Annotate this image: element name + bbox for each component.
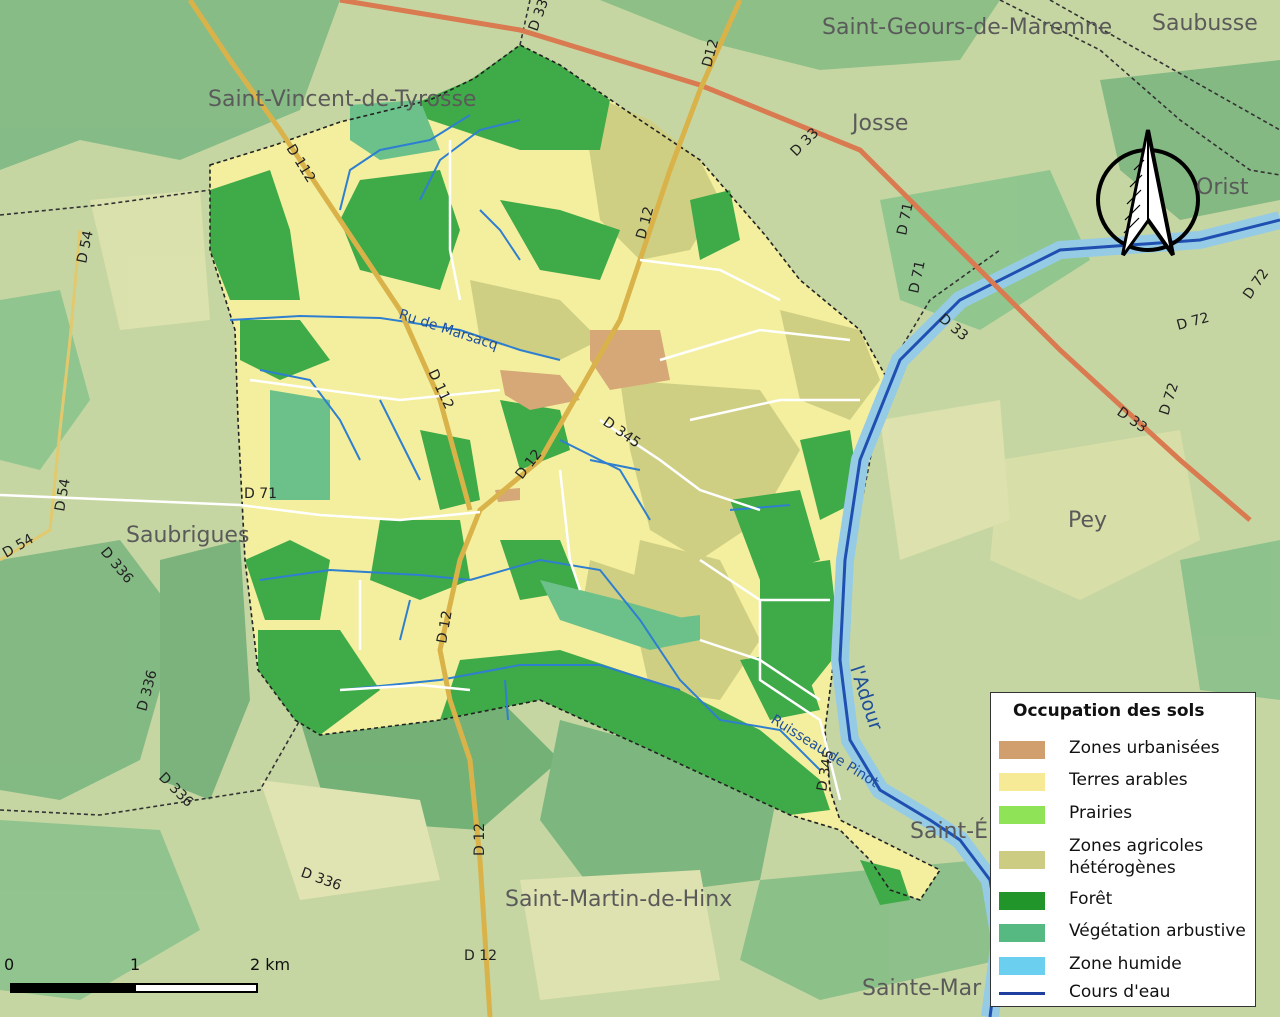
legend-item: Zone humide — [999, 951, 1249, 979]
scale-label-2: 2 km — [250, 955, 291, 974]
place-josse: Josse — [850, 111, 908, 136]
legend-color-swatch — [999, 957, 1045, 975]
place-orist: Orist — [1196, 175, 1249, 200]
place-saubrigues: Saubrigues — [126, 523, 249, 548]
legend-item: Prairies — [999, 800, 1249, 828]
place-saint-geours: Saint-Geours-de-Maremne — [822, 15, 1112, 40]
legend-item: Végétation arbustive — [999, 918, 1249, 946]
legend-item: Terres arables — [999, 767, 1249, 795]
legend-item: Forêt — [999, 886, 1249, 914]
scale-label-1: 1 — [130, 955, 141, 974]
legend: Occupation des sols Zones urbanisées Terr… — [990, 692, 1256, 1007]
road-label: D 12 — [464, 948, 497, 964]
legend-title: Occupation des sols — [1013, 701, 1205, 721]
legend-color-swatch — [999, 851, 1045, 869]
legend-label: Terres arables — [1069, 770, 1188, 790]
scale-segment-dark — [10, 983, 136, 993]
scale-segment-light — [134, 983, 258, 993]
legend-label: Prairies — [1069, 803, 1133, 823]
legend-label: Zones urbanisées — [1069, 738, 1220, 758]
place-saubusse: Saubusse — [1152, 11, 1258, 36]
legend-item: Zones urbanisées — [999, 735, 1249, 763]
scale-label-0: 0 — [4, 955, 15, 974]
legend-label: Zones agricoles hétérogènes — [1069, 836, 1204, 878]
place-saint-e: Saint-É — [910, 818, 988, 844]
legend-color-swatch — [999, 806, 1045, 824]
scale-bar: 0 1 2 km — [0, 955, 300, 1005]
legend-item: Cours d'eau — [999, 979, 1249, 1007]
legend-label: Forêt — [1069, 889, 1113, 909]
legend-label: Zone humide — [1069, 954, 1182, 974]
legend-color-swatch — [999, 741, 1045, 759]
legend-color-swatch — [999, 924, 1045, 942]
place-saint-martin: Saint-Martin-de-Hinx — [505, 887, 732, 912]
road-label: D 12 — [472, 823, 488, 856]
legend-color-swatch — [999, 773, 1045, 791]
legend-line-swatch — [999, 992, 1045, 995]
legend-color-swatch — [999, 892, 1045, 910]
road-label: D 71 — [244, 486, 277, 502]
place-pey: Pey — [1068, 508, 1107, 533]
legend-label: Cours d'eau — [1069, 982, 1171, 1002]
legend-item: Zones agricoles hétérogènes — [999, 833, 1249, 878]
legend-label: Végétation arbustive — [1069, 921, 1246, 941]
place-saint-vincent: Saint-Vincent-de-Tyrosse — [208, 87, 476, 112]
place-sainte-mar: Sainte-Mar — [862, 976, 982, 1001]
